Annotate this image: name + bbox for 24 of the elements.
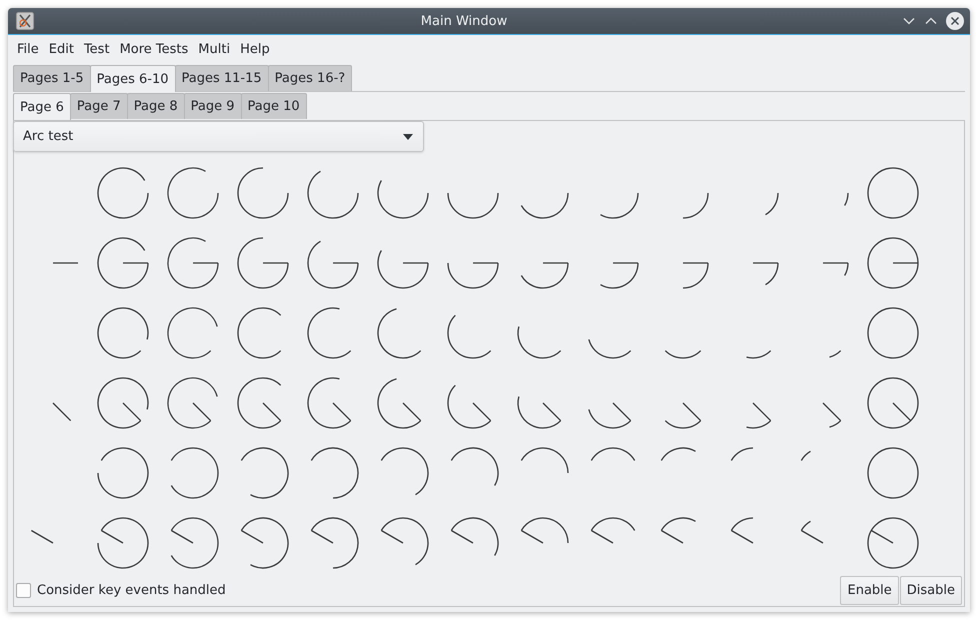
window-title: Main Window: [420, 14, 508, 28]
caret-icon: [403, 134, 413, 140]
tab[interactable]: Pages 11-15: [174, 65, 269, 91]
app-icon: [16, 12, 34, 30]
menu-item[interactable]: Edit: [44, 40, 79, 60]
checkbox-label: Consider key events handled: [37, 583, 226, 598]
test-dropdown[interactable]: Arc test: [13, 121, 424, 152]
menu-item[interactable]: Multi: [193, 40, 236, 60]
tab[interactable]: Page 8: [126, 93, 185, 119]
tab[interactable]: Page 10: [240, 93, 307, 119]
menu-item[interactable]: Help: [235, 40, 275, 60]
tab[interactable]: Page 7: [70, 93, 128, 119]
action-button[interactable]: Disable: [900, 576, 962, 605]
tab[interactable]: Pages 1-5: [13, 65, 91, 91]
checkbox[interactable]: [16, 583, 31, 598]
menu-item[interactable]: Test: [78, 40, 115, 60]
tab[interactable]: Page 6: [13, 93, 71, 120]
tab[interactable]: Pages 6-10: [90, 65, 176, 92]
tab[interactable]: Page 9: [184, 93, 242, 119]
menu-item[interactable]: File: [12, 40, 44, 60]
menu-item[interactable]: More Tests: [114, 40, 194, 60]
action-button[interactable]: Enable: [840, 576, 899, 605]
close-icon[interactable]: [946, 12, 964, 30]
tab[interactable]: Pages 16-?: [268, 65, 352, 91]
